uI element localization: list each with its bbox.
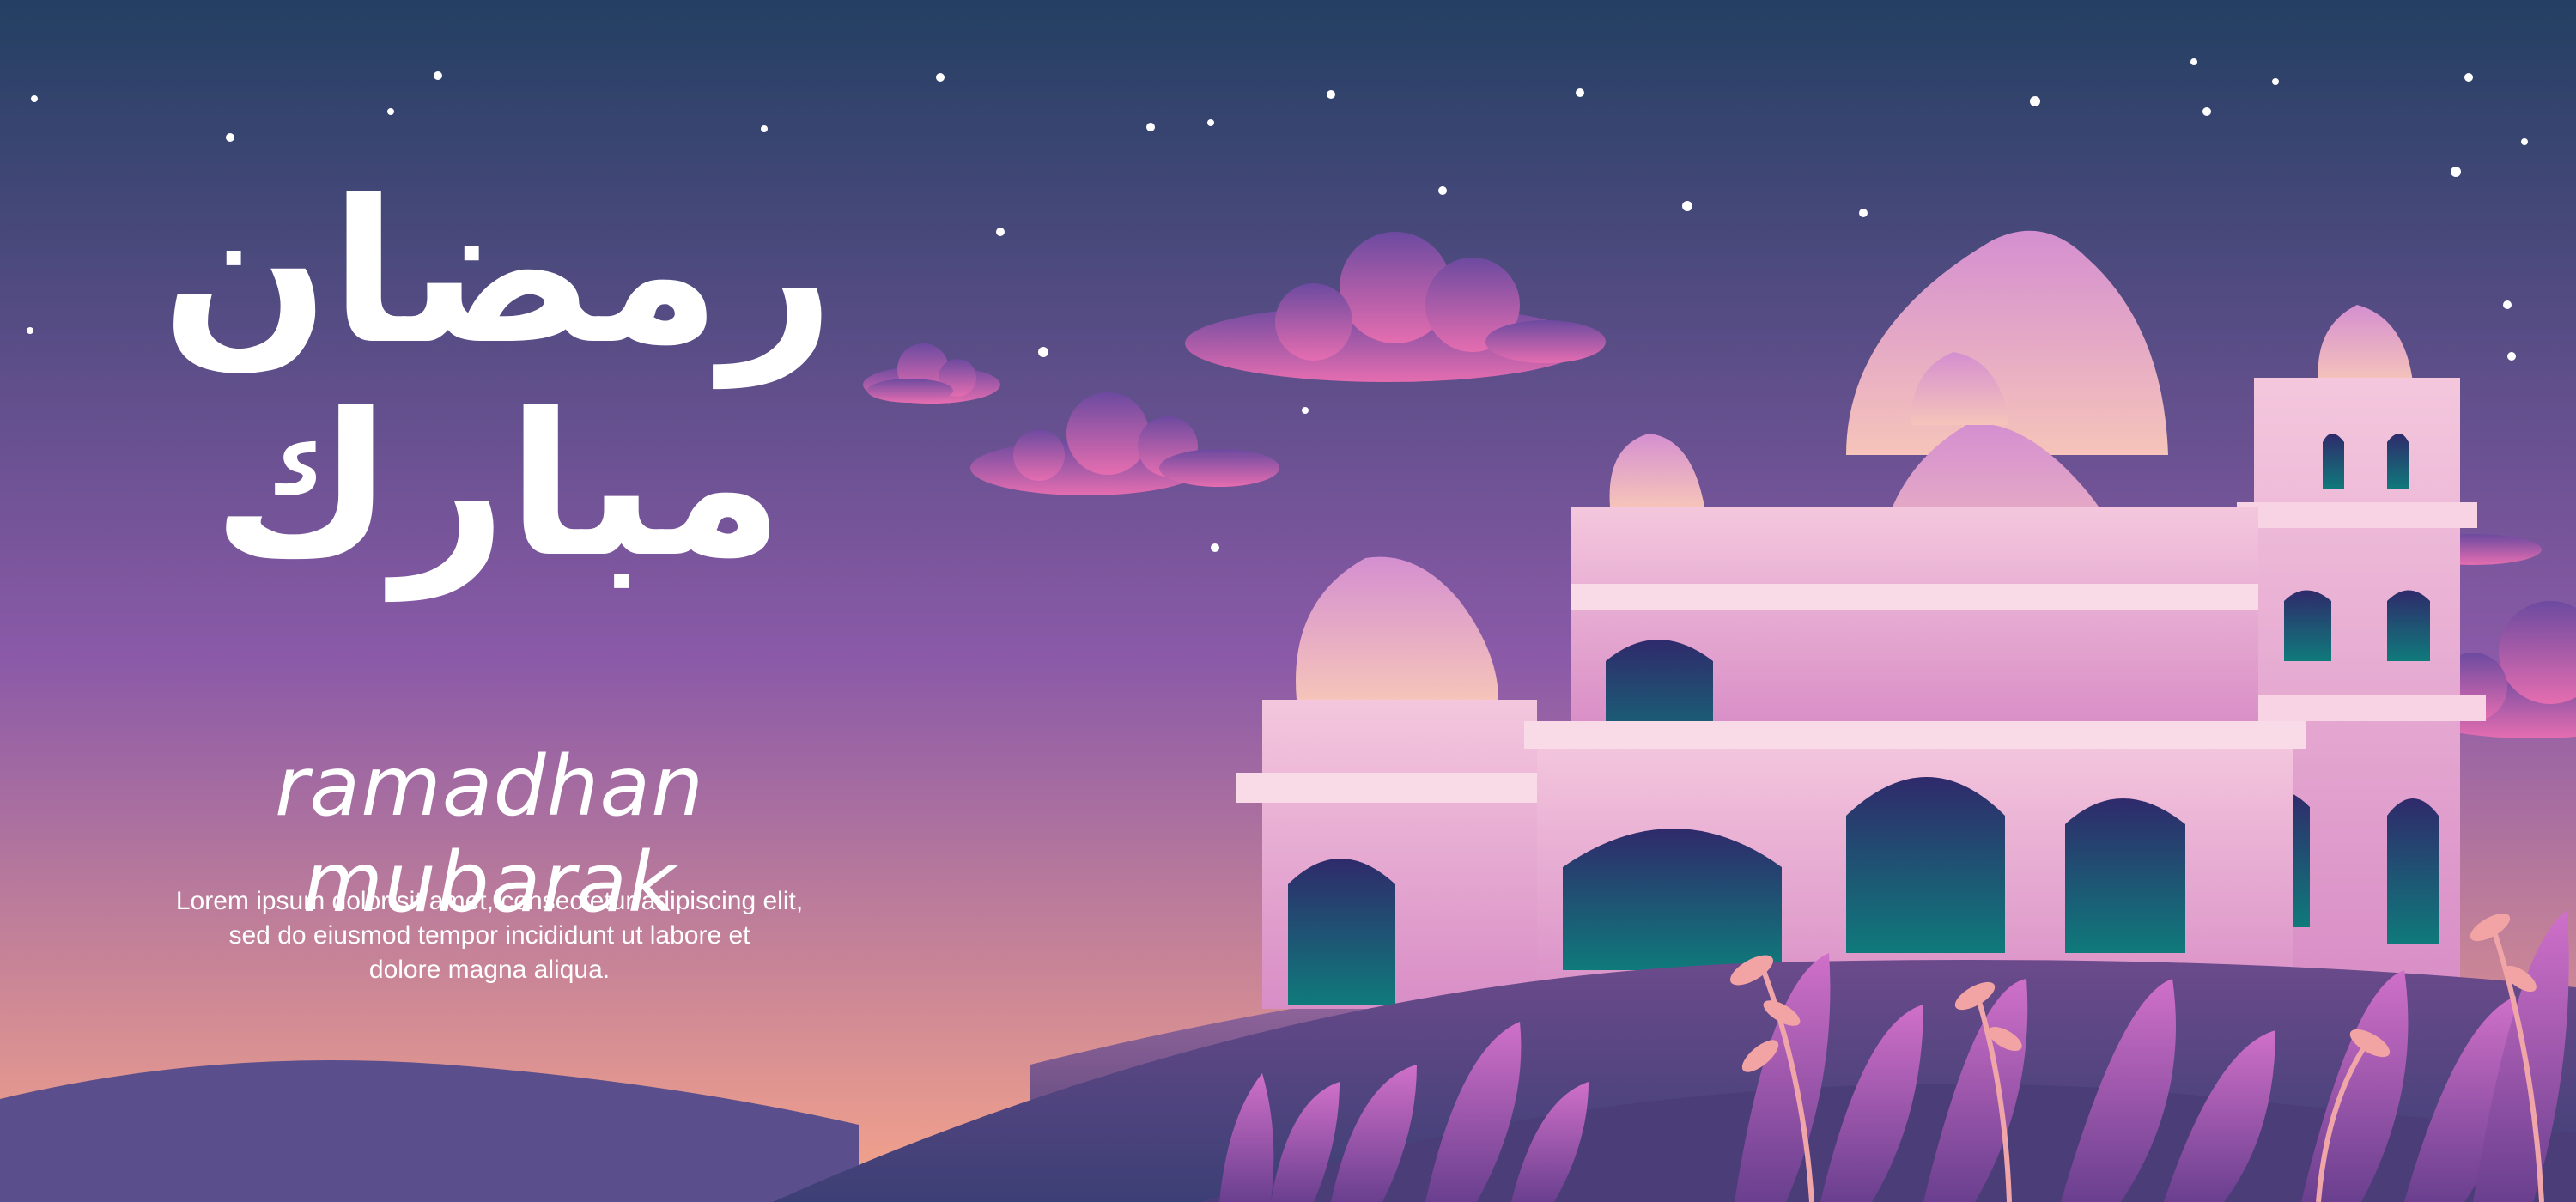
scene-illustration [0, 0, 2576, 1202]
